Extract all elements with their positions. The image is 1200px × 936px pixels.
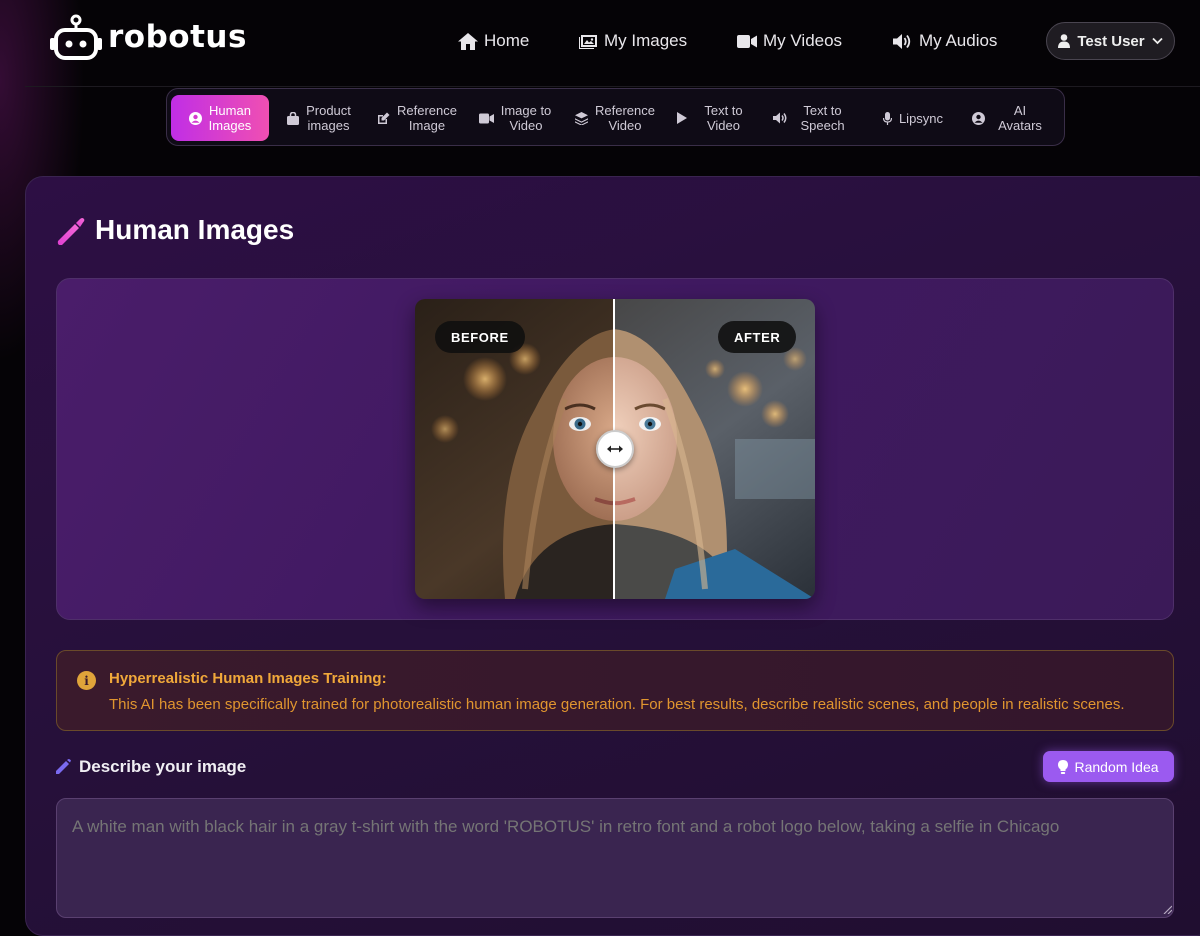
tab-text-to-speech[interactable]: Text to Speech [767,95,851,141]
nav-my-videos[interactable]: My Videos [737,22,842,60]
info-icon: i [77,671,96,690]
edit-icon [378,112,390,124]
tab-image-to-video[interactable]: Image to Video [471,95,559,141]
random-idea-button[interactable]: Random Idea [1043,751,1174,782]
tab-lipsync[interactable]: Lipsync [869,95,957,141]
video-icon [478,113,494,123]
lightbulb-icon [1058,759,1069,774]
resize-grip-icon[interactable] [1163,905,1172,914]
user-icon [1058,34,1071,48]
pencil-icon [56,759,71,774]
home-icon [458,32,478,50]
arrows-horizontal-icon [607,445,623,453]
after-badge: AFTER [718,321,797,353]
layers-icon [575,111,588,125]
alert-text: This AI has been specifically trained fo… [109,696,1125,713]
tab-reference-image[interactable]: Reference Image [371,95,463,141]
speaker-icon [773,112,787,124]
page-title: Human Images [55,212,294,248]
tab-product-images[interactable]: Product images [277,95,361,141]
top-nav: Home My Images My Videos My Audios [0,22,1200,60]
describe-label: Describe your image [55,756,246,778]
tool-tabs: Human Images Product images Reference Image… [166,88,1065,146]
tab-human-images[interactable]: Human Images [171,95,269,141]
play-icon [677,112,688,124]
header-divider [25,86,1200,87]
chevron-down-icon [1151,37,1163,45]
comparison-slider-handle[interactable] [596,430,634,468]
nav-my-images[interactable]: My Images [578,22,687,60]
video-icon [737,34,757,48]
header: robotus Home My Images My Videos My Audi… [0,0,1200,82]
user-circle-icon [972,111,986,125]
nav-home[interactable]: Home [458,22,529,60]
tab-reference-video[interactable]: Reference Video [569,95,661,141]
tab-ai-avatars[interactable]: AI Avatars [967,95,1047,141]
user-menu-button[interactable]: Test User [1046,22,1175,60]
prompt-textarea[interactable] [56,798,1174,918]
tab-text-to-video[interactable]: Text to Video [671,95,749,141]
images-icon [579,34,597,49]
user-circle-icon [188,111,202,125]
before-badge: BEFORE [435,321,525,353]
bag-icon [287,111,300,125]
audio-icon [893,33,911,49]
microphone-icon [882,111,892,125]
nav-my-audios[interactable]: My Audios [893,22,997,60]
brush-icon [57,218,85,245]
alert-title: Hyperrealistic Human Images Training: [109,670,387,687]
training-info-alert: i Hyperrealistic Human Images Training: … [56,650,1174,731]
